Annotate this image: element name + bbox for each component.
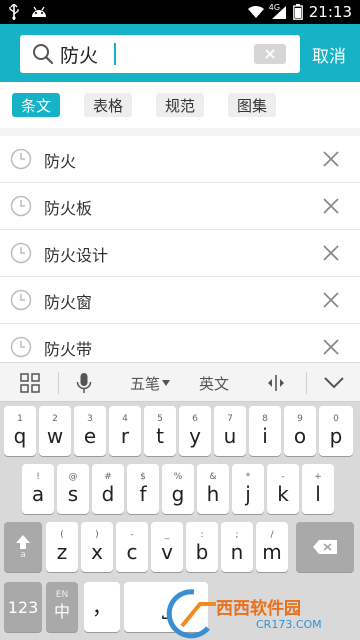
delete-icon[interactable] [322,338,340,356]
search-box[interactable] [20,35,300,73]
dropdown-icon [162,380,170,386]
key-y[interactable]: 6y [179,406,211,456]
key-a[interactable]: ! a [22,464,54,514]
clock-icon [10,336,32,358]
shift-icon [16,535,30,549]
cellular-icon: 4G [268,3,287,19]
input-mode-label: 五笔 [129,374,160,393]
history-item-label: 防火设计 [44,246,109,265]
section-divider [0,128,360,136]
key-s[interactable]: @ s [57,464,89,514]
wifi-icon [247,5,265,19]
android-icon [30,5,48,19]
history-item[interactable]: 防火窗 [0,277,360,324]
input-mode-button[interactable]: 五笔 [122,363,178,403]
clock-icon [10,242,32,264]
grid-icon [20,373,40,393]
battery-icon [292,4,303,20]
ime-toolbar: 五笔 英文 [0,362,360,402]
clock-icon [10,195,32,217]
toolbar-separator [306,372,307,394]
clear-icon [265,49,275,59]
key-o[interactable]: 9o [284,406,316,456]
category-tabs: 条文 表格 规范 图集 [0,82,360,128]
key-d[interactable]: # d [92,464,124,514]
key-c[interactable]: -c [116,522,148,572]
english-toggle-button[interactable]: 英文 [190,363,238,403]
site-watermark: 西西软件园 CR173.COM [160,586,360,640]
delete-icon[interactable] [322,244,340,262]
key-x[interactable]: ) x [81,522,113,572]
voice-input-button[interactable] [66,363,102,403]
delete-icon[interactable] [322,291,340,309]
search-header: 取消 [0,24,360,82]
key-j[interactable]: * j [232,464,264,514]
tab-biaoge[interactable]: 表格 [84,93,132,117]
key-m[interactable]: / m [256,522,288,572]
tab-tuji[interactable]: 图集 [228,93,276,117]
shift-key[interactable]: a [4,522,42,572]
backspace-key[interactable] [296,522,354,572]
history-item[interactable]: 防火设计 [0,230,360,277]
chevron-down-icon [324,377,344,389]
history-item[interactable]: 防火带 [0,324,360,362]
status-time: 21:13 [308,3,352,21]
history-item-label: 防火 [44,152,77,171]
key-f[interactable]: $ f [127,464,159,514]
history-item[interactable]: 防火板 [0,183,360,230]
search-icon [32,43,54,65]
key-w[interactable]: 2w [39,406,71,456]
key-n[interactable]: ; n [221,522,253,572]
tab-tiaowen[interactable]: 条文 [12,93,60,117]
key-k[interactable]: -k [267,464,299,514]
key-b[interactable]: :b [186,522,218,572]
key-u[interactable]: 7u [214,406,246,456]
history-item-label: 防火带 [44,340,93,359]
key-g[interactable]: % g [162,464,194,514]
hide-keyboard-button[interactable] [314,363,354,403]
tab-guifan[interactable]: 规范 [156,93,204,117]
microphone-icon [76,373,92,393]
history-item[interactable]: 防火 [0,136,360,183]
search-input[interactable] [60,39,260,69]
grid-menu-button[interactable] [10,363,50,403]
key-h[interactable]: & h [197,464,229,514]
key-q[interactable]: 1q [4,406,36,456]
watermark-url: CR173.COM [256,618,322,631]
key-e[interactable]: 3e [74,406,106,456]
key-i[interactable]: 8i [249,406,281,456]
clock-icon [10,289,32,311]
watermark-brand: 西西软件园 [216,599,301,619]
network-type: 4G [268,3,281,12]
comma-key[interactable]: ， [84,582,120,632]
clear-search-button[interactable] [254,44,286,64]
usb-icon [8,4,20,20]
number-mode-key[interactable]: 123 [4,582,42,632]
key-z[interactable]: (z [46,522,78,572]
cursor-move-icon [268,375,284,391]
clock-icon [10,148,32,170]
status-bar: 4G 21:13 [0,0,360,24]
delete-icon[interactable] [322,197,340,215]
delete-icon[interactable] [322,150,340,168]
key-l[interactable]: + l [302,464,334,514]
search-history-list: 防火 防火板 防火设计 防火窗 防火带 [0,136,360,362]
key-p[interactable]: 0p [319,406,353,456]
key-t[interactable]: 5t [144,406,176,456]
history-item-label: 防火窗 [44,293,93,312]
toolbar-separator [58,372,59,394]
cursor-move-button[interactable] [258,363,294,403]
cancel-button[interactable]: 取消 [312,42,346,67]
backspace-icon [313,540,337,554]
text-caret [114,43,116,65]
history-item-label: 防火板 [44,199,93,218]
key-v[interactable]: _ v [151,522,183,572]
key-r[interactable]: 4r [109,406,141,456]
language-switch-key[interactable]: EN 中 [46,582,78,632]
